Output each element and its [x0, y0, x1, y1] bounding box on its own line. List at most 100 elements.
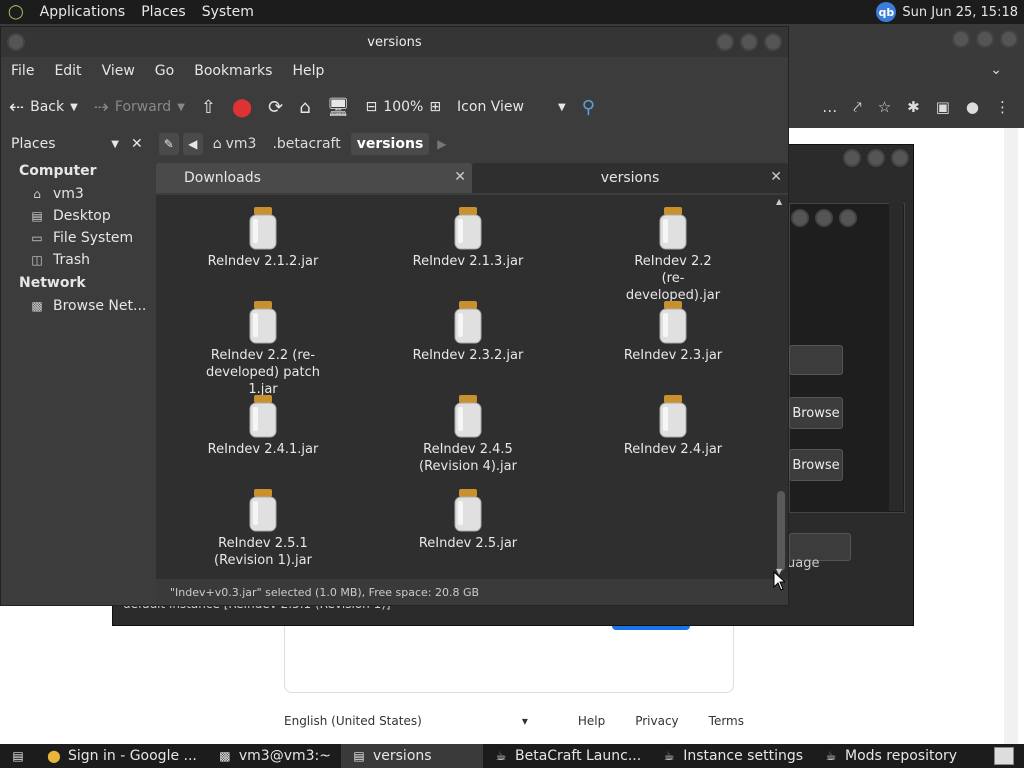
file-grid: ReIndev 2.1.2.jar ReIndev 2.1.3.jar ReIn…: [156, 195, 773, 579]
language-select[interactable]: English (United States) ▾: [284, 714, 548, 728]
task-instance-settings[interactable]: ☕ Instance settings: [651, 744, 813, 768]
reload-button[interactable]: ⟳: [260, 97, 291, 118]
file-item[interactable]: ReIndev 2.3.jar: [598, 299, 748, 364]
sidebar-item-trash[interactable]: ◫ Trash: [1, 249, 151, 271]
zoom-out-icon[interactable]: ⊟: [366, 99, 378, 115]
instance-settings-buttons: [791, 209, 857, 227]
up-button[interactable]: ⇧: [193, 97, 224, 118]
file-item[interactable]: ReIndev 2.5.jar: [393, 487, 543, 552]
sidebar-item-file-system[interactable]: ▭ File System: [1, 227, 151, 249]
close-button[interactable]: [891, 149, 909, 167]
view-mode-select[interactable]: Icon View ▼: [449, 99, 574, 115]
search-button[interactable]: ⚲: [574, 97, 603, 118]
computer-button[interactable]: 🖥: [319, 97, 358, 118]
menu-view[interactable]: View: [92, 63, 145, 79]
file-manager-window: versions File Edit View Go Bookmarks Hel…: [0, 26, 789, 606]
privacy-link[interactable]: Privacy: [635, 714, 678, 728]
minimize-button[interactable]: [952, 30, 970, 48]
scroll-up-icon[interactable]: ▲: [776, 197, 782, 206]
sidepanel-icon[interactable]: ▣: [936, 98, 950, 116]
browser-scrollbar[interactable]: [1004, 128, 1018, 744]
chevron-down-icon[interactable]: ⌄: [990, 62, 1002, 78]
places-combo[interactable]: Places ▼: [5, 132, 125, 156]
star-icon[interactable]: ☆: [878, 98, 891, 116]
show-desktop-button[interactable]: ▤: [0, 744, 36, 768]
task-terminal[interactable]: ▩ vm3@vm3:~: [207, 744, 341, 768]
scrollbar-thumb[interactable]: [777, 491, 785, 571]
maximize-button[interactable]: [815, 209, 833, 227]
settings-field[interactable]: [789, 345, 843, 375]
menu-file[interactable]: File: [1, 63, 44, 79]
file-item[interactable]: ReIndev 2.1.2.jar: [188, 205, 338, 270]
chevron-down-icon[interactable]: ▼: [177, 102, 185, 113]
window-menu-button[interactable]: [7, 33, 25, 51]
close-sidebar-icon[interactable]: ✕: [131, 136, 143, 152]
breadcrumb-left-button[interactable]: ◀: [182, 133, 203, 155]
breadcrumb-vm3[interactable]: ⌂ vm3: [207, 133, 263, 155]
file-item[interactable]: ReIndev 2.4.jar: [598, 393, 748, 458]
more-icon[interactable]: …: [822, 98, 837, 116]
profile-icon[interactable]: ●: [966, 98, 979, 116]
qbittorrent-icon[interactable]: qb: [876, 2, 897, 22]
jar-file-icon: [454, 301, 482, 344]
task-chrome[interactable]: ⬤ Sign in - Google ...: [36, 744, 207, 768]
browse-button-1[interactable]: Browse: [789, 397, 843, 429]
close-button[interactable]: [839, 209, 857, 227]
system-menu[interactable]: System: [194, 4, 262, 20]
file-item[interactable]: ReIndev 2.4.1.jar: [188, 393, 338, 458]
applications-menu[interactable]: Applications: [32, 4, 134, 20]
file-item[interactable]: ReIndev 2.3.2.jar: [393, 299, 543, 364]
tab-versions[interactable]: versions ✕: [472, 163, 788, 193]
browse-button-2[interactable]: Browse: [789, 449, 843, 481]
puzzle-icon[interactable]: ✱: [907, 98, 920, 116]
chevron-right-icon[interactable]: ▶: [437, 137, 446, 151]
file-item[interactable]: ReIndev 2.4.5 (Revision 4).jar: [393, 393, 543, 475]
close-button[interactable]: [1000, 30, 1018, 48]
back-button[interactable]: ⇠ Back ▼: [1, 97, 86, 118]
minimize-button[interactable]: [716, 33, 734, 51]
clock[interactable]: Sun Jun 25, 15:18: [902, 5, 1018, 20]
places-menu[interactable]: Places: [133, 4, 194, 20]
browser-toolbar: … ⤤ ☆ ✱ ▣ ● ⋮: [822, 98, 1010, 116]
menu-edit[interactable]: Edit: [44, 63, 91, 79]
minimize-button[interactable]: [791, 209, 809, 227]
file-item[interactable]: ReIndev 2.1.3.jar: [393, 205, 543, 270]
terms-link[interactable]: Terms: [709, 714, 744, 728]
menu-help[interactable]: Help: [282, 63, 334, 79]
task-versions[interactable]: ▤ versions: [340, 744, 483, 768]
maximize-button[interactable]: [867, 149, 885, 167]
minimize-button[interactable]: [843, 149, 861, 167]
sidebar-item-desktop[interactable]: ▤ Desktop: [1, 205, 151, 227]
jar-file-icon: [659, 207, 687, 250]
settings-scrollbar[interactable]: [889, 203, 903, 511]
help-link[interactable]: Help: [578, 714, 605, 728]
maximize-button[interactable]: [740, 33, 758, 51]
close-tab-icon[interactable]: ✕: [454, 169, 466, 185]
forward-button[interactable]: ⇢ Forward ▼: [86, 97, 193, 118]
stop-button[interactable]: ⬤: [224, 97, 260, 118]
close-tab-icon[interactable]: ✕: [770, 169, 782, 185]
gnome-logo-icon[interactable]: ◯: [0, 4, 32, 20]
file-grid-scrollbar[interactable]: ▲ ▼: [773, 195, 788, 579]
menu-go[interactable]: Go: [145, 63, 184, 79]
maximize-button[interactable]: [976, 30, 994, 48]
home-button[interactable]: ⌂: [291, 97, 318, 118]
workspace-switcher[interactable]: [984, 744, 1024, 768]
zoom-in-icon[interactable]: ⊞: [429, 99, 441, 115]
breadcrumb-versions[interactable]: versions: [350, 133, 430, 155]
breadcrumb-betacraft[interactable]: .betacraft: [266, 133, 346, 155]
edit-location-button[interactable]: ✎: [158, 133, 179, 155]
sidebar-item-vm3[interactable]: ⌂ vm3: [1, 183, 151, 205]
sidebar-item-browse-network[interactable]: ▩ Browse Net...: [1, 295, 151, 317]
file-item[interactable]: ReIndev 2.2 (re-developed).jar: [598, 205, 748, 304]
close-button[interactable]: [764, 33, 782, 51]
kebab-menu-icon[interactable]: ⋮: [995, 98, 1010, 116]
file-item[interactable]: ReIndev 2.2 (re-developed) patch 1.jar: [188, 299, 338, 398]
tab-downloads[interactable]: Downloads ✕: [156, 163, 472, 193]
task-mods-repository[interactable]: ☕ Mods repository: [813, 744, 967, 768]
share-icon[interactable]: ⤤: [853, 98, 861, 116]
menu-bookmarks[interactable]: Bookmarks: [184, 63, 282, 79]
chevron-down-icon[interactable]: ▼: [70, 102, 78, 113]
task-betacraft[interactable]: ☕ BetaCraft Launc...: [483, 744, 651, 768]
file-item[interactable]: ReIndev 2.5.1 (Revision 1).jar: [188, 487, 338, 569]
